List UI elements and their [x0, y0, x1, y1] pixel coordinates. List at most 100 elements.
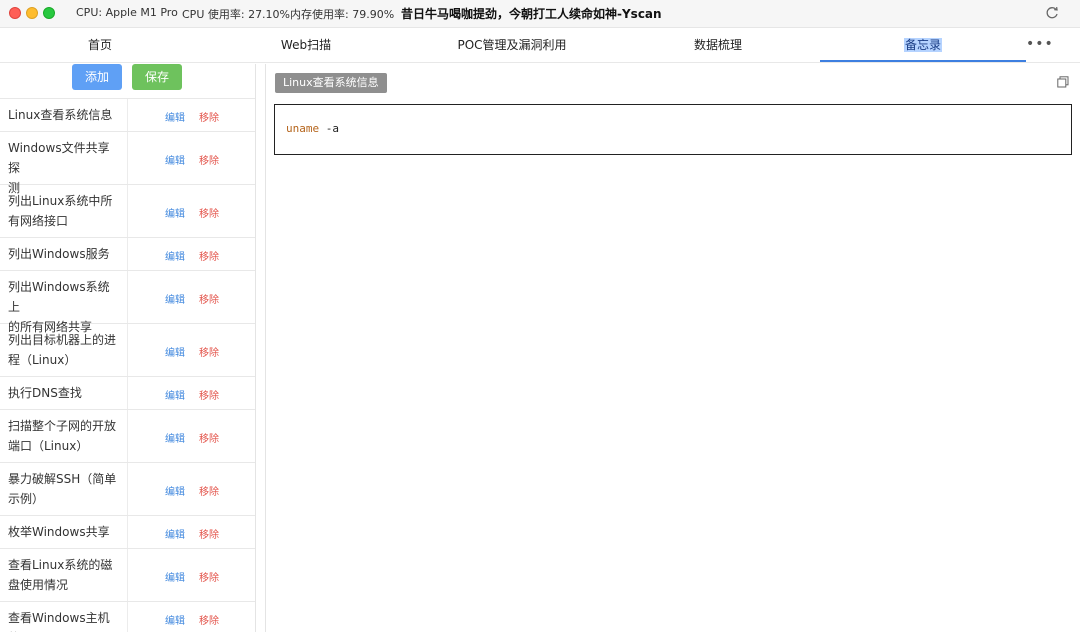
save-button[interactable]: 保存 — [132, 64, 182, 90]
remove-link[interactable]: 移除 — [199, 483, 219, 498]
tab-web-scan[interactable]: Web扫描 — [206, 29, 406, 62]
add-button[interactable]: 添加 — [72, 64, 122, 90]
tab-data-sorting[interactable]: 数据梳理 — [618, 29, 818, 62]
remove-link[interactable]: 移除 — [199, 430, 219, 445]
note-name: Linux查看系统信息 — [8, 105, 118, 125]
column-divider — [127, 238, 128, 270]
edit-link[interactable]: 编辑 — [165, 387, 185, 402]
cpu-usage: CPU 使用率: 27.10% — [182, 8, 291, 21]
tab-poc-management[interactable]: POC管理及漏洞利用 — [412, 29, 612, 62]
memory-usage: 内存使用率: 79.90% — [290, 8, 395, 21]
code-editor[interactable]: uname -a — [274, 104, 1072, 155]
remove-link[interactable]: 移除 — [199, 205, 219, 220]
note-name-line: 枚举Windows共享 — [8, 525, 110, 539]
memo-editor-panel: Linux查看系统信息 uname -a — [265, 64, 1080, 632]
list-item[interactable]: Windows文件共享探测编辑 移除 — [0, 132, 255, 195]
note-name-line: 端口（Linux） — [8, 439, 89, 453]
note-name-line: 执行DNS查找 — [8, 386, 82, 400]
close-window-button[interactable] — [9, 7, 21, 19]
refresh-icon[interactable] — [1044, 5, 1060, 21]
note-name-line: 示例） — [8, 492, 45, 506]
edit-link[interactable]: 编辑 — [165, 344, 185, 359]
edit-link[interactable]: 编辑 — [165, 430, 185, 445]
more-tabs-icon[interactable]: ••• — [1026, 29, 1054, 62]
notes-list: Linux查看系统信息 编辑 移除 Windows文件共享探测编辑 移除 列出Linux系… — [0, 98, 255, 632]
note-name-line: 有网络接口 — [8, 214, 69, 228]
list-item[interactable]: 扫描整个子网的开放 端口（Linux） 编辑 移除 — [0, 410, 255, 463]
list-item[interactable]: 列出Linux系统中所 有网络接口 编辑 移除 — [0, 185, 255, 238]
cpu-model: CPU: Apple M1 Pro — [76, 6, 178, 19]
tab-memo-label: 备忘录 — [903, 38, 942, 52]
column-divider — [127, 516, 128, 548]
column-divider — [127, 549, 128, 601]
minimize-window-button[interactable] — [26, 7, 38, 19]
list-item[interactable]: 列出Windows服务 编辑 移除 — [0, 238, 255, 271]
column-divider — [127, 324, 128, 376]
column-divider — [127, 377, 128, 409]
edit-link[interactable]: 编辑 — [165, 291, 185, 306]
remove-link[interactable]: 移除 — [199, 109, 219, 124]
list-item[interactable]: Linux查看系统信息 编辑 移除 — [0, 99, 255, 132]
note-name-line: 扫描整个子网的开放 — [8, 419, 117, 433]
note-name-line: 列出Linux系统中所 — [8, 194, 113, 208]
tab-memo[interactable]: 备忘录 — [820, 29, 1026, 62]
window-title: 昔日牛马喝咖提劲，今朝打工人续命如神-Yscan — [401, 7, 662, 21]
list-item[interactable]: 列出Windows系统上 的所有网络共享 编辑 移除 — [0, 271, 255, 334]
edit-link[interactable]: 编辑 — [165, 569, 185, 584]
list-item[interactable]: 暴力破解SSH（简单 示例） 编辑 移除 — [0, 463, 255, 516]
note-name-line: 暴力破解SSH（简单 — [8, 472, 117, 486]
edit-link[interactable]: 编辑 — [165, 205, 185, 220]
note-name: 查看Windows主机的 — [8, 608, 118, 632]
remove-link[interactable]: 移除 — [199, 612, 219, 627]
remove-link[interactable]: 移除 — [199, 387, 219, 402]
note-name-line: Linux查看系统信息 — [8, 108, 113, 122]
code-line: uname -a — [286, 122, 339, 135]
notes-sidebar: 添加 保存 Linux查看系统信息 编辑 移除 Windows文件共享探测编辑 移除 列出… — [0, 64, 256, 632]
remove-link[interactable]: 移除 — [199, 248, 219, 263]
column-divider — [127, 410, 128, 462]
edit-link[interactable]: 编辑 — [165, 109, 185, 124]
note-name-line: 程（Linux） — [8, 353, 77, 367]
tab-home[interactable]: 首页 — [0, 29, 200, 62]
note-name: 扫描整个子网的开放 端口（Linux） — [8, 416, 118, 456]
remove-link[interactable]: 移除 — [199, 152, 219, 167]
note-name: 列出Windows服务 — [8, 244, 118, 264]
code-command: uname — [286, 122, 320, 135]
list-item[interactable]: 查看Windows主机的 编辑移除 — [0, 602, 255, 632]
column-divider — [127, 132, 128, 184]
main-tabs: 首页 Web扫描 POC管理及漏洞利用 数据梳理 备忘录 ••• — [0, 29, 1080, 63]
note-name-line: 盘使用情况 — [8, 578, 69, 592]
note-name-line: 列出目标机器上的进 — [8, 333, 117, 347]
list-item[interactable]: 查看Linux系统的磁 盘使用情况 编辑 移除 — [0, 549, 255, 602]
edit-link[interactable]: 编辑 — [165, 483, 185, 498]
column-divider — [127, 463, 128, 515]
column-divider — [127, 602, 128, 632]
edit-link[interactable]: 编辑 — [165, 612, 185, 627]
window-titlebar: CPU: Apple M1 Pro CPU 使用率: 27.10% 内存使用率:… — [0, 0, 1080, 28]
list-item[interactable]: 枚举Windows共享 编辑 移除 — [0, 516, 255, 549]
note-name-line: Windows文件共享探 — [8, 141, 110, 175]
edit-link[interactable]: 编辑 — [165, 152, 185, 167]
copy-icon[interactable] — [1057, 76, 1069, 88]
code-argument: -a — [319, 122, 339, 135]
list-item[interactable]: 列出目标机器上的进 程（Linux） 编辑 移除 — [0, 324, 255, 377]
edit-link[interactable]: 编辑 — [165, 248, 185, 263]
note-name-line: 列出Windows系统上 — [8, 280, 110, 314]
note-title-chip: Linux查看系统信息 — [275, 73, 387, 93]
note-name: 列出Linux系统中所 有网络接口 — [8, 191, 118, 231]
column-divider — [127, 271, 128, 323]
remove-link[interactable]: 移除 — [199, 344, 219, 359]
note-name-line: 查看Windows主机的 — [8, 611, 110, 632]
remove-link[interactable]: 移除 — [199, 291, 219, 306]
remove-link[interactable]: 移除 — [199, 526, 219, 541]
note-name: 列出目标机器上的进 程（Linux） — [8, 330, 118, 370]
edit-link[interactable]: 编辑 — [165, 526, 185, 541]
remove-link[interactable]: 移除 — [199, 569, 219, 584]
list-item[interactable]: 执行DNS查找 编辑 移除 — [0, 377, 255, 410]
note-name: 执行DNS查找 — [8, 383, 118, 403]
zoom-window-button[interactable] — [43, 7, 55, 19]
note-name: 暴力破解SSH（简单 示例） — [8, 469, 118, 509]
note-name-line: 列出Windows服务 — [8, 247, 110, 261]
column-divider — [127, 185, 128, 237]
note-name-line: 查看Linux系统的磁 — [8, 558, 113, 572]
